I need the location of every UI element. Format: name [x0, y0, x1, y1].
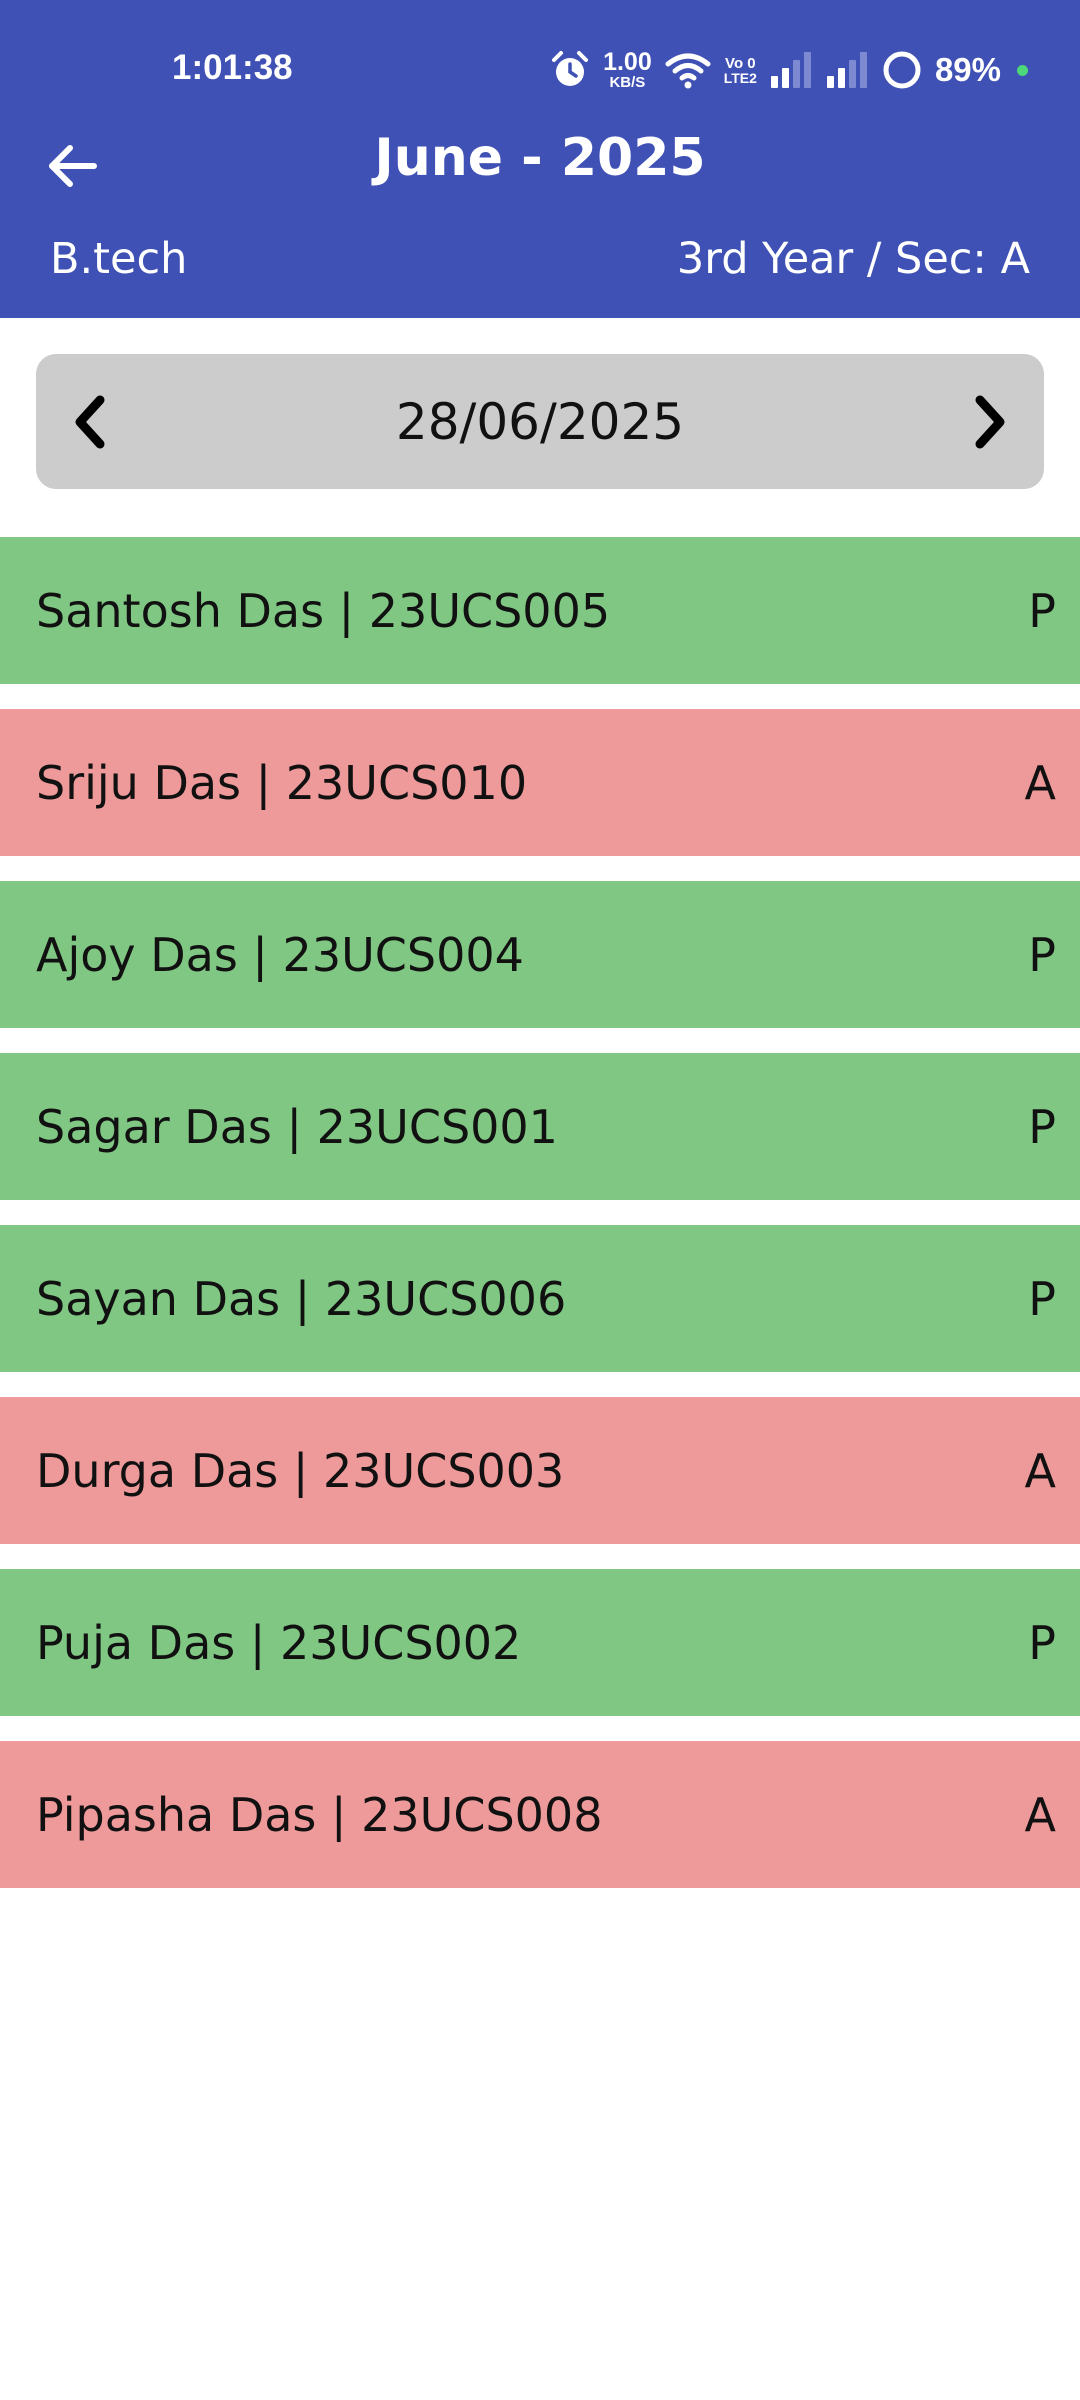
- attendance-status: A: [1024, 755, 1056, 810]
- course-label: B.tech: [50, 234, 188, 284]
- signal-icon: [769, 50, 813, 90]
- chevron-right-icon: [975, 395, 1005, 448]
- attendance-status: A: [1024, 1787, 1056, 1842]
- student-row[interactable]: Santosh Das | 23UCS005 P: [0, 537, 1080, 684]
- app-header: 1:01:38 1.00 KB/S Vo 0 LTE2 89% June - 2…: [0, 0, 1080, 318]
- student-row[interactable]: Sriju Das | 23UCS010 A: [0, 709, 1080, 856]
- next-date-button[interactable]: [944, 354, 1034, 489]
- attendance-status: P: [1028, 583, 1056, 638]
- student-row[interactable]: Puja Das | 23UCS002 P: [0, 1569, 1080, 1716]
- attendance-status: P: [1028, 1271, 1056, 1326]
- page-title: June - 2025: [374, 128, 706, 188]
- student-row[interactable]: Sayan Das | 23UCS006 P: [0, 1225, 1080, 1372]
- date-navigator: 28/06/2025: [36, 354, 1044, 489]
- battery-ring-icon: [881, 49, 923, 91]
- chevron-left-icon: [75, 395, 105, 448]
- wifi-icon: [664, 50, 712, 90]
- status-time: 1:01:38: [172, 48, 293, 87]
- attendance-status: P: [1028, 1615, 1056, 1670]
- attendance-status: P: [1028, 1099, 1056, 1154]
- student-row[interactable]: Sagar Das | 23UCS001 P: [0, 1053, 1080, 1200]
- volte-indicator: Vo 0 LTE2: [723, 54, 757, 86]
- alarm-icon: [549, 49, 591, 91]
- net-speed: 1.00 KB/S: [603, 48, 652, 91]
- attendance-status: P: [1028, 927, 1056, 982]
- student-label: Puja Das | 23UCS002: [36, 1615, 522, 1670]
- student-label: Sagar Das | 23UCS001: [36, 1099, 558, 1154]
- student-attendance-list: Santosh Das | 23UCS005 P Sriju Das | 23U…: [0, 537, 1080, 1913]
- battery-percent: 89%: [934, 51, 1001, 88]
- status-icons: 1.00 KB/S Vo 0 LTE2 89%: [549, 46, 1028, 94]
- student-label: Ajoy Das | 23UCS004: [36, 927, 524, 982]
- previous-date-button[interactable]: [46, 354, 136, 489]
- student-label: Santosh Das | 23UCS005: [36, 583, 611, 638]
- student-label: Sayan Das | 23UCS006: [36, 1271, 567, 1326]
- student-label: Sriju Das | 23UCS010: [36, 755, 528, 810]
- student-label: Durga Das | 23UCS003: [36, 1443, 565, 1498]
- selected-date: 28/06/2025: [395, 392, 685, 451]
- student-row[interactable]: Durga Das | 23UCS003 A: [0, 1397, 1080, 1544]
- status-bar: 1:01:38 1.00 KB/S Vo 0 LTE2 89%: [0, 0, 1080, 130]
- student-row[interactable]: Pipasha Das | 23UCS008 A: [0, 1741, 1080, 1888]
- charging-dot: [1017, 64, 1028, 76]
- student-label: Pipasha Das | 23UCS008: [36, 1787, 603, 1842]
- signal-icon: [825, 50, 869, 90]
- year-section-label: 3rd Year / Sec: A: [676, 234, 1030, 284]
- attendance-status: A: [1024, 1443, 1056, 1498]
- student-row[interactable]: Ajoy Das | 23UCS004 P: [0, 881, 1080, 1028]
